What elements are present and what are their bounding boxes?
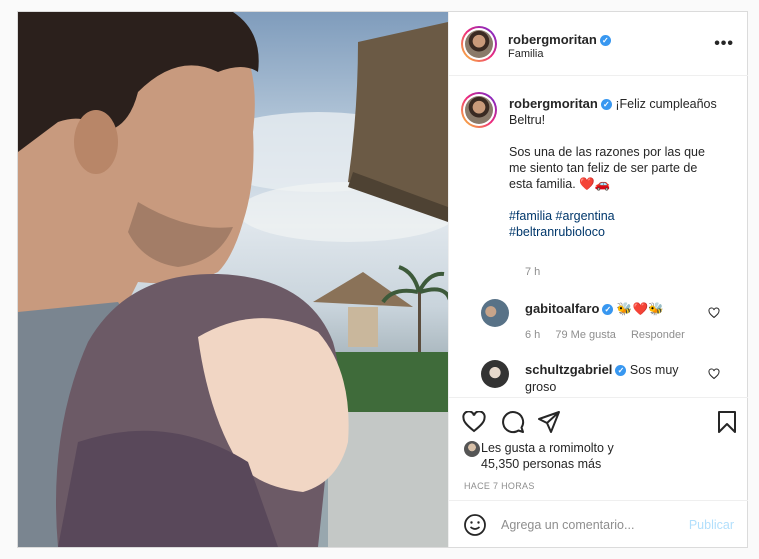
post-time-ago[interactable]: HACE 7 HORAS: [464, 481, 535, 491]
comment-like-heart-icon[interactable]: [708, 307, 720, 319]
comment-time[interactable]: 6 h: [525, 329, 540, 341]
caption-timestamp[interactable]: 7 h: [525, 266, 540, 278]
emoji-smiley-icon[interactable]: [463, 513, 487, 537]
publish-button[interactable]: Publicar: [689, 518, 734, 532]
comment-likes-count[interactable]: 79 Me gusta: [555, 329, 616, 341]
post-photo[interactable]: [18, 12, 448, 547]
commenter-avatar[interactable]: [481, 360, 509, 388]
caption-text-line3: Sos una de las razones por las que: [509, 145, 705, 159]
verified-badge-icon: ✓: [599, 35, 611, 46]
comment-text-line1: Sos muy: [629, 363, 679, 377]
share-paper-plane-icon[interactable]: [537, 410, 561, 434]
post-details-panel: robergmoritan ✓ Familia ••• robergmoritan…: [448, 12, 748, 547]
post-caption: robergmoritan ✓ ¡Feliz cumpleaños Beltru!…: [509, 96, 734, 240]
likes-summary[interactable]: Les gusta a romimolto y 45,350 personas …: [481, 440, 614, 472]
liker-avatar[interactable]: [464, 441, 480, 457]
add-comment-bar: Publicar: [449, 500, 748, 548]
verified-badge-icon: ✓: [600, 99, 612, 110]
comments-section: robergmoritan ✓ ¡Feliz cumpleaños Beltru!…: [449, 76, 748, 396]
caption-hashtags-2[interactable]: #beltranrubioloco: [509, 224, 734, 240]
caption-text-line5: esta familia. ❤️🚗: [509, 177, 611, 191]
comment-like-heart-icon[interactable]: [708, 368, 720, 380]
caption-avatar[interactable]: [461, 92, 497, 128]
caption-hashtags-1[interactable]: #familia #argentina: [509, 208, 734, 224]
comment-2: schultzgabriel ✓ Sos muy groso: [525, 361, 725, 396]
photo-illustration: [18, 12, 448, 547]
author-username-header[interactable]: robergmoritan ✓: [508, 32, 611, 47]
save-bookmark-icon[interactable]: [717, 410, 737, 434]
comment-1: gabitoalfaro ✓ 🐝❤️🐝: [525, 300, 725, 318]
likes-line1: Les gusta a romimolto y: [481, 441, 614, 455]
verified-badge-icon: ✓: [615, 365, 627, 376]
comment-bubble-icon[interactable]: [501, 410, 525, 434]
post-header: robergmoritan ✓ Familia •••: [449, 12, 748, 76]
comment-input[interactable]: [499, 514, 683, 536]
comment-username[interactable]: gabitoalfaro: [525, 301, 599, 316]
caption-text-line1: ¡Feliz cumpleaños: [615, 97, 717, 111]
more-horizontal-icon[interactable]: •••: [714, 35, 734, 53]
comment-username[interactable]: schultzgabriel: [525, 362, 612, 377]
caption-text-line4: me siento tan feliz de ser parte de: [509, 161, 698, 175]
comment-text-line2: groso: [525, 380, 557, 394]
instagram-post: robergmoritan ✓ Familia ••• robergmoritan…: [17, 11, 748, 548]
caption-text-line2: Beltru!: [509, 113, 546, 127]
author-avatar[interactable]: [461, 26, 497, 62]
comment-text: 🐝❤️🐝: [616, 302, 664, 316]
comment-reply-button[interactable]: Responder: [631, 329, 685, 341]
post-actions: Les gusta a romimolto y 45,350 personas …: [449, 397, 748, 498]
like-heart-icon[interactable]: [462, 411, 486, 433]
caption-username[interactable]: robergmoritan: [509, 96, 598, 111]
post-location[interactable]: Familia: [508, 48, 543, 60]
likes-line2: 45,350 personas más: [481, 457, 602, 471]
verified-badge-icon: ✓: [602, 304, 614, 315]
commenter-avatar[interactable]: [481, 299, 509, 327]
comment-1-meta: 6 h 79 Me gusta Responder: [525, 329, 697, 341]
